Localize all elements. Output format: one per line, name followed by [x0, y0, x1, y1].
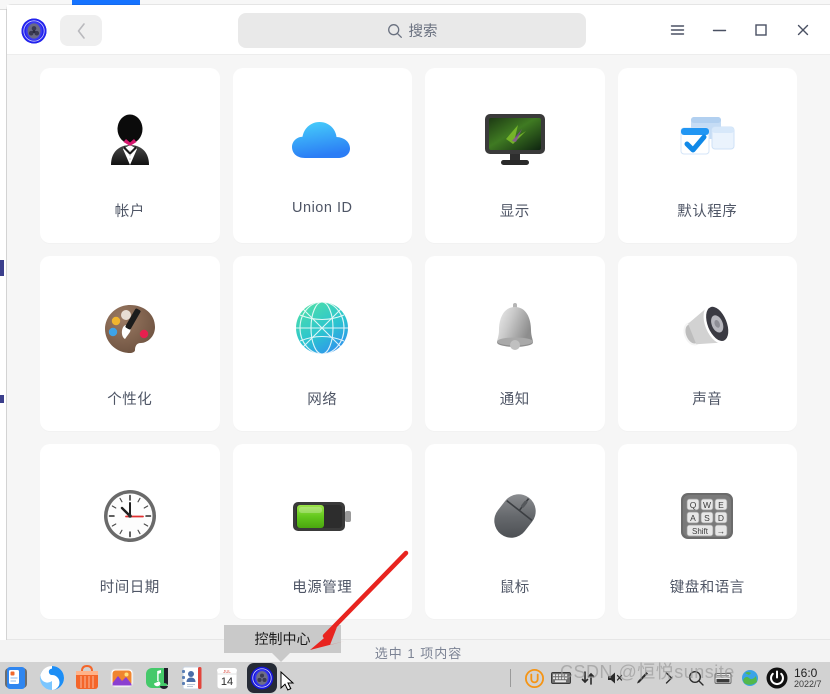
key-s: S	[704, 513, 710, 523]
module-card-union-id[interactable]: Union ID	[232, 68, 412, 243]
search-icon	[387, 23, 402, 38]
globe-icon[interactable]	[738, 663, 762, 693]
user-tuxedo-icon	[92, 102, 168, 178]
uos-assistant-icon[interactable]	[522, 663, 546, 693]
brightness-pen-icon[interactable]	[630, 663, 654, 693]
search-placeholder: 搜索	[408, 24, 438, 40]
tray-search-icon[interactable]	[684, 663, 708, 693]
control-center-window: 搜索 帐户 Union ID 显示 默认程序 个性化 网络 通知 声音 时间日期…	[7, 5, 830, 639]
volume-mute-icon[interactable]	[603, 663, 627, 693]
mouse-icon	[477, 478, 553, 554]
module-card-label: 声音	[692, 392, 723, 408]
selection-status-text: 选中 1 项内容	[374, 645, 463, 661]
music-icon[interactable]	[142, 663, 172, 693]
bell-icon	[477, 290, 553, 366]
key-shift: Shift	[692, 527, 709, 536]
search-input[interactable]: 搜索	[238, 13, 586, 48]
taskbar: JUL 14 16:0 2022/7	[0, 662, 830, 694]
cloud-icon	[284, 102, 360, 178]
module-card-label: 个性化	[107, 392, 153, 408]
key-w: W	[703, 500, 711, 510]
speaker-icon	[669, 290, 745, 366]
module-card-label: 键盘和语言	[669, 580, 745, 596]
module-card-mouse[interactable]: 鼠标	[425, 444, 605, 619]
taskbar-tooltip-label: 控制中心	[254, 631, 311, 647]
key-arrow: →	[717, 526, 726, 536]
screenshot-icon[interactable]	[711, 663, 735, 693]
module-card-display[interactable]: 显示	[425, 68, 605, 243]
background-window-mark-2	[0, 395, 4, 403]
globe-network-icon	[284, 290, 360, 366]
browser-icon[interactable]	[37, 663, 67, 693]
gallery-icon[interactable]	[107, 663, 137, 693]
contacts-icon[interactable]	[177, 663, 207, 693]
module-card-power[interactable]: 电源管理	[232, 444, 412, 619]
taskbar-item-control-center[interactable]	[247, 663, 277, 693]
taskbar-tray: 16:0 2022/7	[502, 662, 828, 694]
module-card-label: 鼠标	[499, 580, 530, 596]
module-card-label: 通知	[499, 392, 530, 408]
module-card-label: 默认程序	[677, 204, 738, 220]
module-card-notification[interactable]: 通知	[425, 256, 605, 431]
file-manager-icon[interactable]	[2, 663, 32, 693]
tray-expand-icon[interactable]	[657, 663, 681, 693]
battery-icon	[284, 478, 360, 554]
module-card-default-apps[interactable]: 默认程序	[617, 68, 797, 243]
calendar-day: 14	[221, 676, 233, 688]
module-card-label: 显示	[499, 204, 530, 220]
default-apps-checkmark-icon	[669, 102, 745, 178]
module-card-network[interactable]: 网络	[232, 256, 412, 431]
screen: 搜索 帐户 Union ID 显示 默认程序 个性化 网络 通知 声音 时间日期…	[0, 0, 830, 694]
clock-date: 2022/7	[794, 678, 822, 689]
power-icon[interactable]	[765, 663, 789, 693]
calendar-icon[interactable]: JUL 14	[212, 663, 242, 693]
module-card-datetime[interactable]: 时间日期	[40, 444, 220, 619]
chevron-left-icon	[77, 22, 85, 39]
module-card-sound[interactable]: 声音	[617, 256, 797, 431]
module-card-account[interactable]: 帐户	[40, 68, 220, 243]
module-card-personalization[interactable]: 个性化	[40, 256, 220, 431]
close-icon[interactable]	[782, 10, 824, 50]
hamburger-menu-icon[interactable]	[656, 10, 698, 50]
titlebar: 搜索	[7, 5, 830, 55]
key-e: E	[718, 500, 724, 510]
onboard-keyboard-icon[interactable]	[549, 663, 573, 693]
background-window-left-edge	[0, 10, 7, 640]
key-a: A	[690, 513, 696, 523]
back-button[interactable]	[60, 15, 102, 46]
minimize-icon[interactable]	[698, 10, 740, 50]
taskbar-launchers: JUL 14	[0, 663, 277, 693]
taskbar-tooltip: 控制中心	[224, 625, 341, 653]
maximize-icon[interactable]	[740, 10, 782, 50]
app-store-icon[interactable]	[72, 663, 102, 693]
control-center-gear-icon	[21, 18, 47, 44]
module-card-label: Union ID	[292, 200, 353, 216]
background-window-mark-1	[0, 260, 4, 276]
clock-icon	[92, 478, 168, 554]
calendar-month: JUL	[223, 669, 231, 674]
module-card-label: 网络	[307, 392, 338, 408]
keyboard-icon: Q W E A S D Shift →	[669, 478, 745, 554]
taskbar-clock[interactable]: 16:0 2022/7	[792, 667, 828, 689]
module-grid: 帐户 Union ID 显示 默认程序 个性化 网络 通知 声音 时间日期 电源…	[7, 55, 830, 639]
taskbar-tooltip-tail	[272, 653, 290, 662]
key-d: D	[718, 513, 724, 523]
module-card-label: 帐户	[114, 204, 145, 220]
module-card-keyboard[interactable]: Q W E A S D Shift → 键盘和语言	[617, 444, 797, 619]
key-q: Q	[690, 500, 697, 510]
module-card-label: 电源管理	[292, 580, 353, 596]
module-card-label: 时间日期	[99, 580, 160, 596]
network-icon[interactable]	[576, 663, 600, 693]
monitor-icon	[477, 102, 553, 178]
tray-divider	[510, 669, 511, 687]
paint-palette-icon	[92, 290, 168, 366]
control-center-icon	[250, 666, 274, 690]
clock-time: 16:0	[794, 666, 818, 680]
status-bar: 选中 1 项内容	[7, 639, 830, 664]
window-controls	[656, 5, 824, 55]
